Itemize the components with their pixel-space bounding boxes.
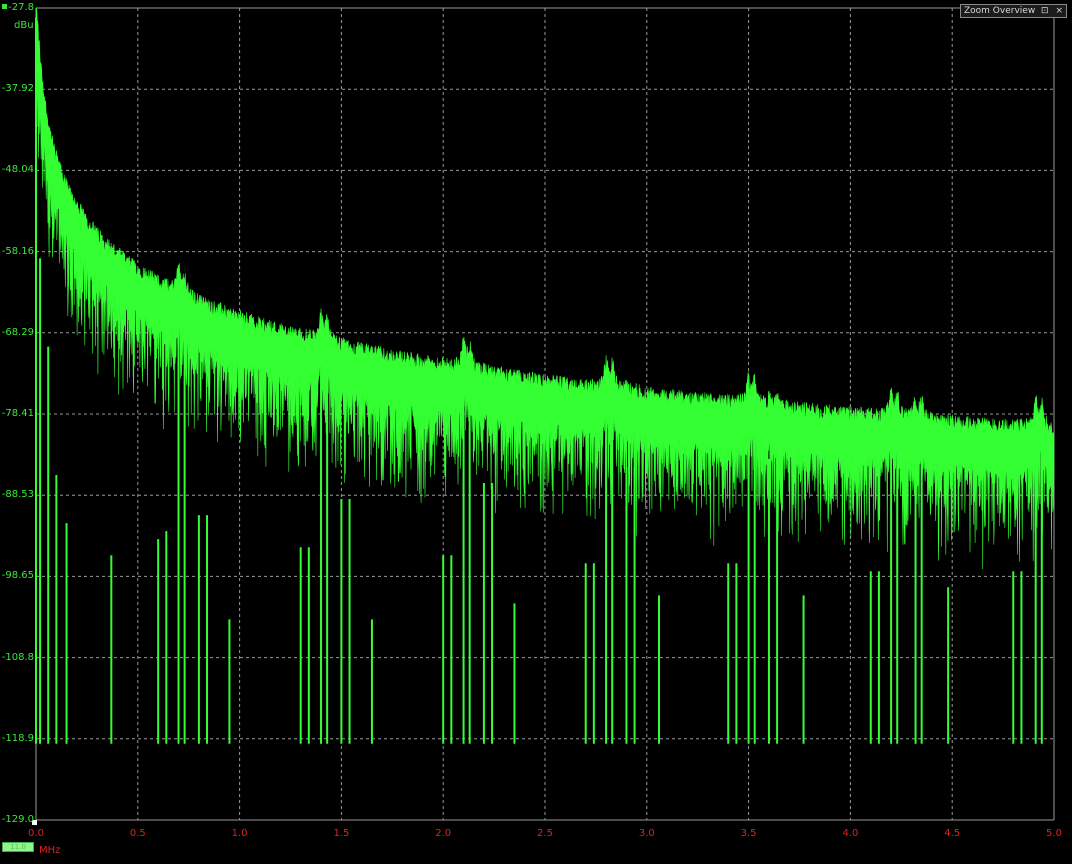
x-tick-label: 4.5 xyxy=(944,828,961,839)
x-tick-label: 4.0 xyxy=(842,828,859,839)
y-tick-label: -129.0 xyxy=(1,814,34,825)
x-tick-label: 3.5 xyxy=(740,828,757,839)
zoom-overview-label: Zoom Overview xyxy=(964,6,1036,16)
y-tick-label: -118.9 xyxy=(1,732,34,744)
y-tick-label: -37.92 xyxy=(1,83,34,95)
x-axis-unit: MHz xyxy=(39,845,61,856)
y-tick-label: -98.65 xyxy=(1,570,34,582)
close-icon[interactable]: × xyxy=(1055,6,1063,16)
y-tick-label: -68.29 xyxy=(1,326,34,338)
x-tick-label: 5.0 xyxy=(1046,828,1062,839)
x-tick-label: 0.0 xyxy=(28,828,44,839)
y-tick-label: -27.8 xyxy=(8,2,34,13)
x-tick-label: 2.5 xyxy=(537,828,553,839)
y-tick-label: -88.53 xyxy=(1,489,34,501)
restore-icon[interactable]: ⊡ xyxy=(1041,6,1049,16)
y-tick-label: -58.16 xyxy=(1,245,34,257)
y-tick-label: -78.41 xyxy=(1,408,34,419)
scroll-thumb[interactable]: 11.0 xyxy=(2,842,34,852)
x-tick-label: 0.5 xyxy=(129,828,146,839)
x-tick-label: 2.0 xyxy=(435,828,452,839)
y-tick-label: -48.04 xyxy=(1,164,34,176)
x-tick-label: 1.0 xyxy=(231,828,248,839)
x-tick-label: 3.0 xyxy=(638,828,655,839)
x-tick-label: 1.5 xyxy=(333,828,350,839)
zoom-overview-button[interactable]: Zoom Overview ⊡ × xyxy=(960,4,1067,18)
spectrum-plot[interactable] xyxy=(0,0,1072,864)
y-tick-label: -108.8 xyxy=(1,651,34,663)
y-axis-unit: dBu xyxy=(14,20,34,31)
